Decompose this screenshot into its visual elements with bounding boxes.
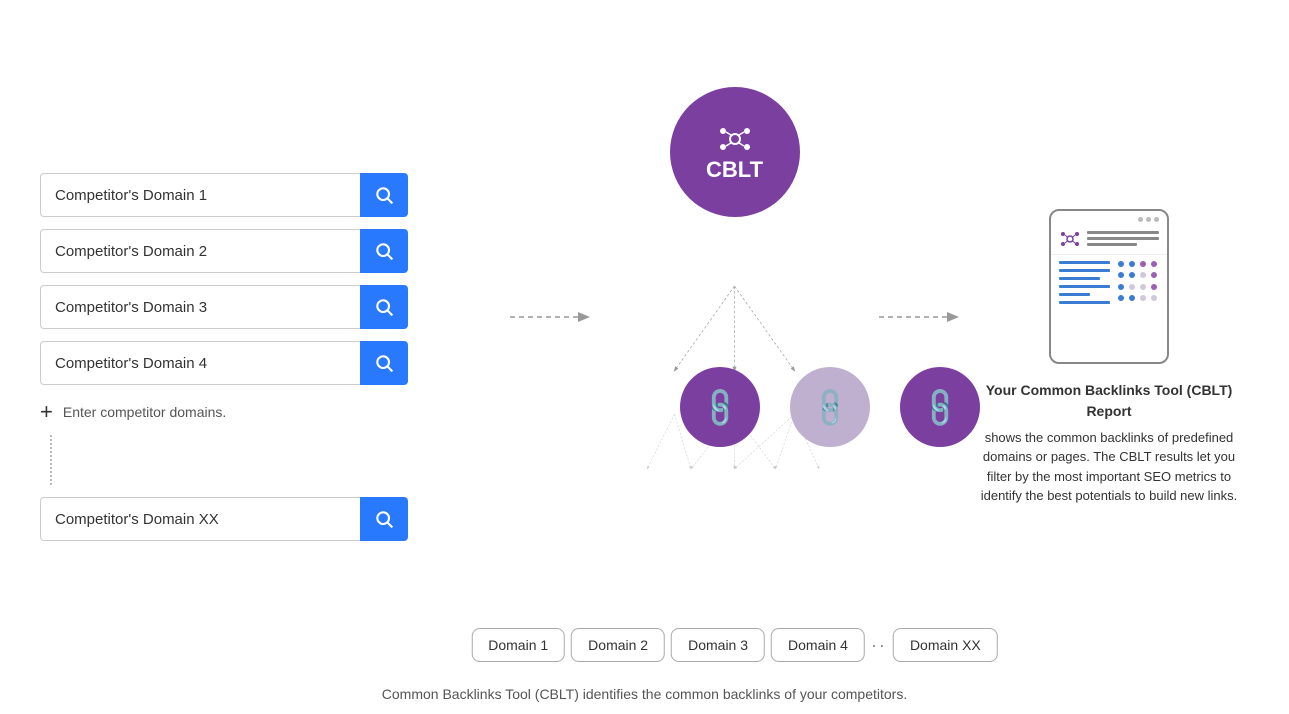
domain-input-xx[interactable] — [40, 497, 360, 541]
input-row-1 — [40, 173, 500, 217]
grid-dot — [1151, 295, 1157, 301]
link-icon-center: 🔗 — [806, 383, 854, 431]
grid-dot — [1118, 261, 1124, 267]
grid-dot — [1129, 284, 1135, 290]
grid-dot — [1140, 295, 1146, 301]
link-icon-left: 🔗 — [696, 383, 744, 431]
grid-dot — [1129, 272, 1135, 278]
search-icon-3 — [374, 297, 394, 317]
report-body-lines — [1059, 261, 1110, 304]
bottom-caption: Common Backlinks Tool (CBLT) identifies … — [382, 686, 907, 702]
arrow-center-right — [879, 305, 959, 329]
search-button-xx[interactable] — [360, 497, 408, 541]
bubble-left: 🔗 — [680, 367, 760, 447]
link-icon-right: 🔗 — [916, 383, 964, 431]
report-icon-box — [1049, 209, 1169, 364]
search-icon-xx — [374, 509, 394, 529]
input-row-xx — [40, 497, 500, 541]
body-line-1 — [1059, 261, 1110, 264]
domain-box-2: Domain 2 — [571, 628, 665, 662]
report-description: shows the common backlinks of predefined… — [969, 428, 1249, 506]
input-row-4 — [40, 341, 500, 385]
dot-3 — [1154, 217, 1159, 222]
report-icon-header — [1051, 224, 1167, 255]
domain-input-3[interactable] — [40, 285, 360, 329]
domain-box-4: Domain 4 — [771, 628, 865, 662]
add-row: + Enter competitor domains. — [40, 401, 500, 423]
domain-box-1: Domain 1 — [471, 628, 565, 662]
body-line-5 — [1059, 293, 1090, 296]
grid-dot — [1129, 261, 1135, 267]
grid-dot — [1140, 284, 1146, 290]
dots-separator: ·· — [871, 635, 887, 656]
search-button-4[interactable] — [360, 341, 408, 385]
report-menu-lines — [1087, 231, 1159, 246]
menu-line-3 — [1087, 243, 1137, 246]
dots-grid — [1118, 261, 1159, 304]
bubble-right: 🔗 — [900, 367, 980, 447]
left-panel: + Enter competitor domains. — [40, 173, 500, 541]
menu-line-1 — [1087, 231, 1159, 234]
main-container: + Enter competitor domains. — [0, 0, 1289, 714]
grid-dot — [1140, 261, 1146, 267]
dotted-arrow-left — [510, 305, 590, 329]
search-button-1[interactable] — [360, 173, 408, 217]
domain-input-1[interactable] — [40, 173, 360, 217]
cblt-label: CBLT — [706, 157, 763, 183]
dotted-arrow-right — [879, 305, 959, 329]
domain-boxes-row: Domain 1 Domain 2 Domain 3 Domain 4 ·· D… — [471, 628, 998, 662]
cblt-network-icon — [717, 121, 753, 157]
domain-input-4[interactable] — [40, 341, 360, 385]
search-icon-1 — [374, 185, 394, 205]
search-icon-2 — [374, 241, 394, 261]
report-icon-body — [1051, 255, 1167, 310]
input-row-3 — [40, 285, 500, 329]
grid-dot — [1151, 261, 1157, 267]
body-line-4 — [1059, 285, 1110, 288]
grid-dot — [1151, 272, 1157, 278]
body-line-6 — [1059, 301, 1110, 304]
arrow-left-center — [510, 305, 590, 329]
grid-dot — [1140, 272, 1146, 278]
search-button-2[interactable] — [360, 229, 408, 273]
report-icon-topbar — [1051, 211, 1167, 224]
cblt-circle: CBLT — [670, 87, 800, 217]
body-line-3 — [1059, 277, 1100, 280]
grid-dot — [1129, 295, 1135, 301]
report-title: Your Common Backlinks Tool (CBLT) Report — [969, 380, 1249, 422]
grid-dot — [1118, 284, 1124, 290]
bubble-center: 🔗 — [790, 367, 870, 447]
right-panel: Your Common Backlinks Tool (CBLT) Report… — [969, 209, 1249, 506]
dot-1 — [1138, 217, 1143, 222]
menu-line-2 — [1087, 237, 1159, 240]
add-icon[interactable]: + — [40, 401, 53, 423]
dot-2 — [1146, 217, 1151, 222]
domain-box-xx: Domain XX — [893, 628, 998, 662]
body-line-2 — [1059, 269, 1110, 272]
domain-input-2[interactable] — [40, 229, 360, 273]
search-icon-4 — [374, 353, 394, 373]
domain-box-3: Domain 3 — [671, 628, 765, 662]
report-text-block: Your Common Backlinks Tool (CBLT) Report… — [969, 380, 1249, 506]
report-network-icon — [1059, 228, 1081, 250]
grid-dot — [1118, 295, 1124, 301]
grid-dot — [1118, 272, 1124, 278]
input-row-2 — [40, 229, 500, 273]
grid-dot — [1151, 284, 1157, 290]
add-label: Enter competitor domains. — [63, 404, 226, 420]
center-diagram: CBLT — [620, 32, 849, 682]
search-button-3[interactable] — [360, 285, 408, 329]
